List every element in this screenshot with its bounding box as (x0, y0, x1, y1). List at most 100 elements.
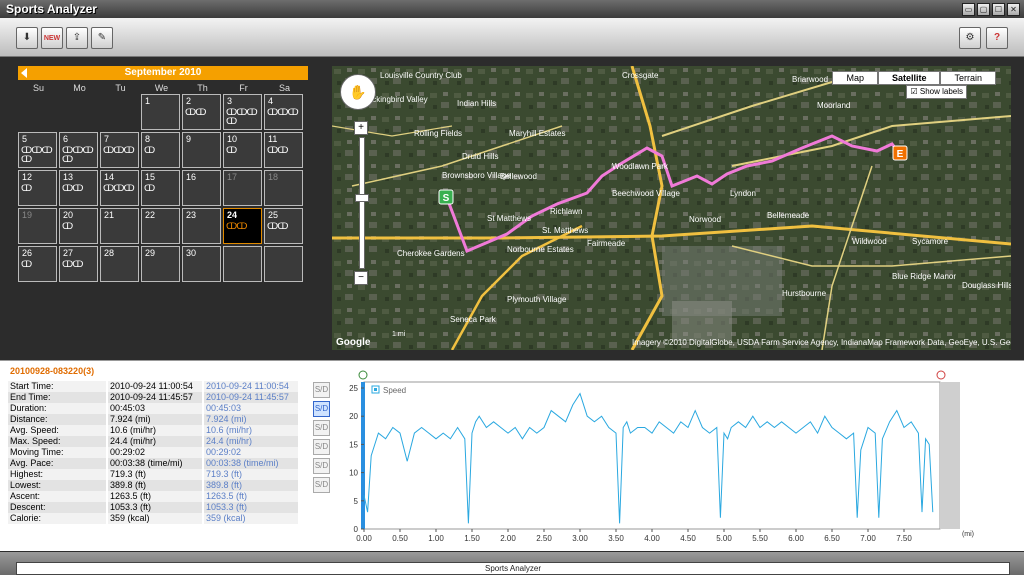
show-labels-checkbox[interactable]: ☑ Show labels (906, 85, 967, 99)
calendar-day[interactable]: 6 ↀↀↀↀ (59, 132, 98, 168)
chart-mode-button[interactable]: S/D (313, 382, 330, 398)
new-button[interactable]: NEW (41, 27, 63, 49)
chart-mode-button[interactable]: S/D (313, 477, 330, 493)
calendar-day[interactable]: 2 ↀↀ (182, 94, 221, 130)
day-number: 19 (22, 210, 33, 220)
calendar-day[interactable]: 21 (100, 208, 139, 244)
calendar-day[interactable]: 5 ↀↀↀↀ (18, 132, 57, 168)
calendar-day[interactable]: 30 (182, 246, 221, 282)
start-marker[interactable]: S (438, 189, 454, 205)
map-type-map[interactable]: Map (832, 71, 878, 85)
bicycle-icon: ↀ (236, 107, 247, 117)
day-number: 5 (22, 134, 28, 144)
previous-month-icon[interactable] (21, 68, 27, 78)
activity-icons: ↀↀↀↀ (226, 108, 262, 126)
calendar-day[interactable]: 10 ↀ (223, 132, 262, 168)
zoom-control[interactable]: + − (354, 121, 369, 285)
start-range-bar[interactable] (361, 382, 365, 529)
place-label: Richlawn (550, 207, 582, 216)
stat-value-selected: 7.924 (mi) (204, 414, 298, 425)
calendar-day[interactable]: 18 (264, 170, 303, 206)
settings-button[interactable]: ⚙ (959, 27, 981, 49)
day-number: 6 (63, 134, 69, 144)
calendar-day[interactable]: 12 ↀ (18, 170, 57, 206)
day-number: 23 (186, 210, 197, 220)
calendar-day[interactable]: 11 ↀↀ (264, 132, 303, 168)
close-icon[interactable]: ✕ (1007, 3, 1020, 16)
calendar-day[interactable]: 19 (18, 208, 57, 244)
minimize-icon[interactable]: ▢ (977, 3, 990, 16)
bicycle-icon: ↀ (21, 259, 32, 269)
bicycle-icon: ↀ (103, 183, 114, 193)
day-number: 10 (227, 134, 238, 144)
export-button[interactable]: ⇪ (66, 27, 88, 49)
import-button[interactable]: ⬇ (16, 27, 38, 49)
calendar-day[interactable]: 22 (141, 208, 180, 244)
zoom-slider[interactable] (355, 137, 369, 269)
x-tick-label: 1.50 (464, 534, 480, 543)
zoom-out-button[interactable]: − (354, 271, 368, 285)
calendar-day[interactable]: 24 ↀↀ (223, 208, 262, 244)
chart-mode-button[interactable]: S/D (313, 401, 330, 417)
calendar-day[interactable]: 15 ↀ (141, 170, 180, 206)
calendar-day (59, 94, 98, 130)
calendar-day[interactable]: 1 (141, 94, 180, 130)
calendar-day[interactable]: 9 (182, 132, 221, 168)
calendar-day[interactable]: 25 ↀↀ (264, 208, 303, 244)
calendar-day[interactable]: 8ↀ (141, 132, 180, 168)
place-label: Briarwood (792, 75, 828, 84)
bicycle-icon: ↀ (267, 145, 278, 155)
end-marker[interactable]: E (892, 145, 908, 161)
route-map[interactable]: S E Louisville Country Club Rockingbird Val… (332, 66, 1011, 350)
map-canvas[interactable]: SELouisville Country ClubRockingbird Val… (332, 66, 1011, 350)
place-label: Norwood (689, 215, 721, 224)
calendar-day[interactable]: 23 (182, 208, 221, 244)
stat-value-selected: 2010-09-24 11:45:57 (204, 392, 298, 403)
calendar-day[interactable]: 20 ↀ (59, 208, 98, 244)
calendar-day[interactable]: 4 ↀↀↀ (264, 94, 303, 130)
calendar-day[interactable]: 17 (223, 170, 262, 206)
map-type-satellite[interactable]: Satellite (877, 71, 941, 85)
pan-control-icon[interactable]: ✋ (340, 74, 376, 110)
bicycle-icon: ↀ (277, 221, 288, 231)
edit-button[interactable]: ✎ (91, 27, 113, 49)
zoom-slider-thumb[interactable] (355, 194, 369, 202)
map-type-selector: Map Satellite Terrain (832, 71, 996, 85)
x-tick-label: 6.50 (824, 534, 840, 543)
start-handle-icon[interactable] (358, 370, 368, 380)
end-handle-icon[interactable] (936, 370, 946, 380)
chart-mode-button[interactable]: S/D (313, 458, 330, 474)
day-number: 24 (227, 210, 238, 220)
calendar-day[interactable] (264, 246, 303, 282)
trip-stats-table: Start Time: 2010-09-24 11:00:54 2010-09-24… (8, 381, 298, 524)
stat-value: 10.6 (mi/hr) (108, 425, 202, 436)
calendar-day[interactable]: 16 (182, 170, 221, 206)
stat-label: Ascent: (8, 491, 106, 502)
bicycle-icon: ↀ (103, 145, 114, 155)
calendar-day[interactable]: 7 ↀↀↀ (100, 132, 139, 168)
maximize-icon[interactable]: ☐ (992, 3, 1005, 16)
bicycle-icon: ↀ (62, 154, 73, 164)
y-tick-label: 10 (349, 469, 358, 478)
calendar-day[interactable]: 27 ↀↀ (59, 246, 98, 282)
calendar-day[interactable]: 13 ↀↀ (59, 170, 98, 206)
calendar-day[interactable]: 14 ↀↀↀ (100, 170, 139, 206)
calendar-day[interactable]: 3 ↀↀↀↀ (223, 94, 262, 130)
zoom-in-button[interactable]: + (354, 121, 368, 135)
x-tick-label: 7.00 (860, 534, 876, 543)
day-number: 18 (268, 172, 279, 182)
calendar-day[interactable]: 26 ↀ (18, 246, 57, 282)
bicycle-icon: ↀ (277, 107, 288, 117)
calendar-day[interactable] (223, 246, 262, 282)
map-type-terrain[interactable]: Terrain (940, 71, 996, 85)
restore-icon[interactable]: ▭ (962, 3, 975, 16)
calendar-day[interactable]: 28 (100, 246, 139, 282)
stat-value-selected: 389.8 (ft) (204, 480, 298, 491)
help-button[interactable]: ? (986, 27, 1008, 49)
chart-mode-button[interactable]: S/D (313, 439, 330, 455)
calendar-day[interactable]: 29 (141, 246, 180, 282)
bicycle-icon: ↀ (226, 116, 237, 126)
edit-icon: ✎ (97, 32, 107, 43)
weekday-label: Fr (239, 83, 248, 93)
chart-mode-button[interactable]: S/D (313, 420, 330, 436)
